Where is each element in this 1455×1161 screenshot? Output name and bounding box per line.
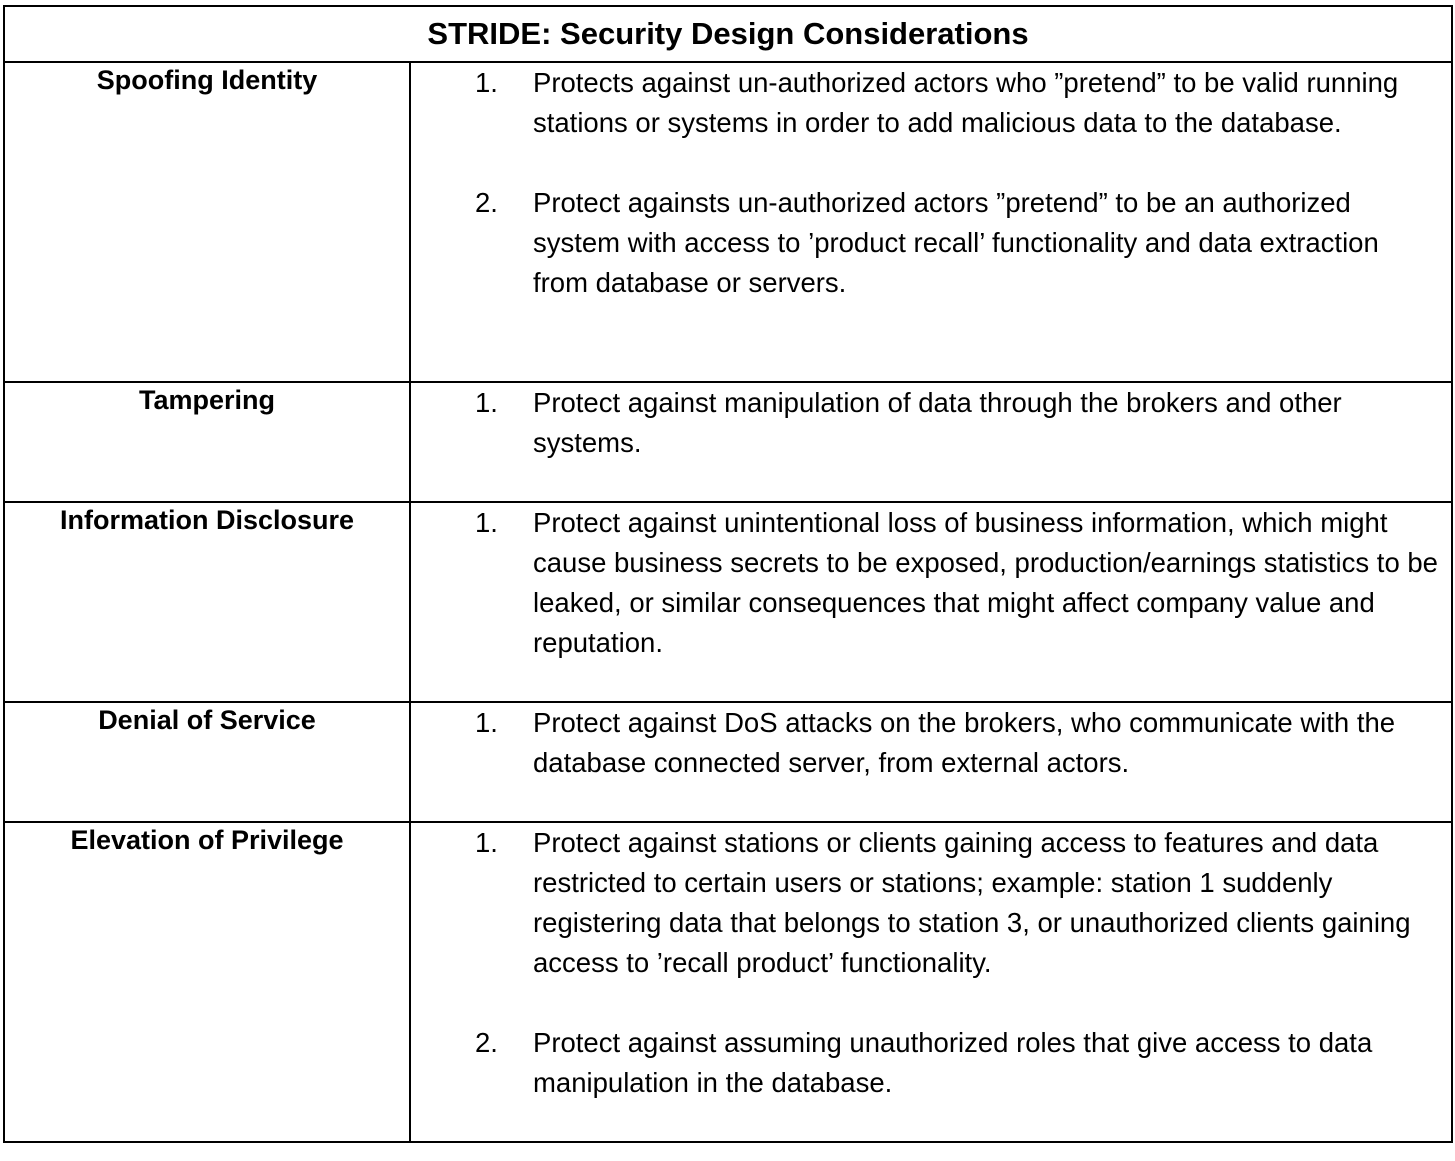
item-text: Protect against manipulation of data thr… <box>533 387 1342 458</box>
threat-considerations: 1. Protect against unintentional loss of… <box>408 501 1454 703</box>
item-number: 1. <box>475 507 498 538</box>
list-item: 1. Protect against DoS attacks on the br… <box>411 703 1451 783</box>
document-page: STRIDE: Security Design Considerations S… <box>0 0 1455 1161</box>
consideration-list: 1. Protect against DoS attacks on the br… <box>411 703 1451 783</box>
title-row: STRIDE: Security Design Considerations <box>2 5 1454 63</box>
list-item: 1. Protect against stations or clients g… <box>411 823 1451 983</box>
item-number: 1. <box>475 387 498 418</box>
threat-name: Information Disclosure <box>3 501 411 703</box>
item-text: Protects against un-authorized actors wh… <box>533 67 1399 138</box>
item-number: 2. <box>475 187 498 218</box>
list-item: 1. Protect against unintentional loss of… <box>411 503 1451 663</box>
table-row-information-disclosure: Information Disclosure 1. Protect agains… <box>3 501 1454 703</box>
list-item: 2. Protect against assuming unauthorized… <box>411 1023 1451 1103</box>
consideration-list: 1. Protect against stations or clients g… <box>411 823 1451 1103</box>
table-row-tampering: Tampering 1. Protect against manipulatio… <box>3 381 1454 503</box>
item-text: Protect againsts un-authorized actors ”p… <box>533 187 1379 298</box>
item-text: Protect against assuming unauthorized ro… <box>533 1027 1373 1098</box>
table-row-spoofing: Spoofing Identity 1. Protects against un… <box>3 61 1454 383</box>
threat-considerations: 1. Protect against manipulation of data … <box>408 381 1454 503</box>
threat-name: Elevation of Privilege <box>3 821 411 1143</box>
list-item: 1. Protect against manipulation of data … <box>411 383 1451 463</box>
threat-considerations: 1. Protects against un-authorized actors… <box>408 61 1454 383</box>
list-item: 2. Protect againsts un-authorized actors… <box>411 183 1451 303</box>
item-text: Protect against DoS attacks on the broke… <box>533 707 1396 778</box>
consideration-list: 1. Protect against manipulation of data … <box>411 383 1451 463</box>
table-row-elevation-of-privilege: Elevation of Privilege 1. Protect agains… <box>3 821 1454 1143</box>
item-text: Protect against stations or clients gain… <box>533 827 1411 978</box>
threat-considerations: 1. Protect against stations or clients g… <box>408 821 1454 1143</box>
threat-name: Tampering <box>3 381 411 503</box>
threat-considerations: 1. Protect against DoS attacks on the br… <box>408 701 1454 823</box>
consideration-list: 1. Protects against un-authorized actors… <box>411 63 1451 303</box>
item-number: 2. <box>475 1027 498 1058</box>
table-row-denial-of-service: Denial of Service 1. Protect against DoS… <box>3 701 1454 823</box>
item-number: 1. <box>475 707 498 738</box>
threat-name: Denial of Service <box>3 701 411 823</box>
threat-name: Spoofing Identity <box>3 61 411 383</box>
item-number: 1. <box>475 67 498 98</box>
table-title: STRIDE: Security Design Considerations <box>2 5 1454 63</box>
item-text: Protect against unintentional loss of bu… <box>533 507 1438 658</box>
consideration-list: 1. Protect against unintentional loss of… <box>411 503 1451 663</box>
list-item: 1. Protects against un-authorized actors… <box>411 63 1451 143</box>
item-number: 1. <box>475 827 498 858</box>
stride-table: STRIDE: Security Design Considerations S… <box>2 5 1454 1143</box>
